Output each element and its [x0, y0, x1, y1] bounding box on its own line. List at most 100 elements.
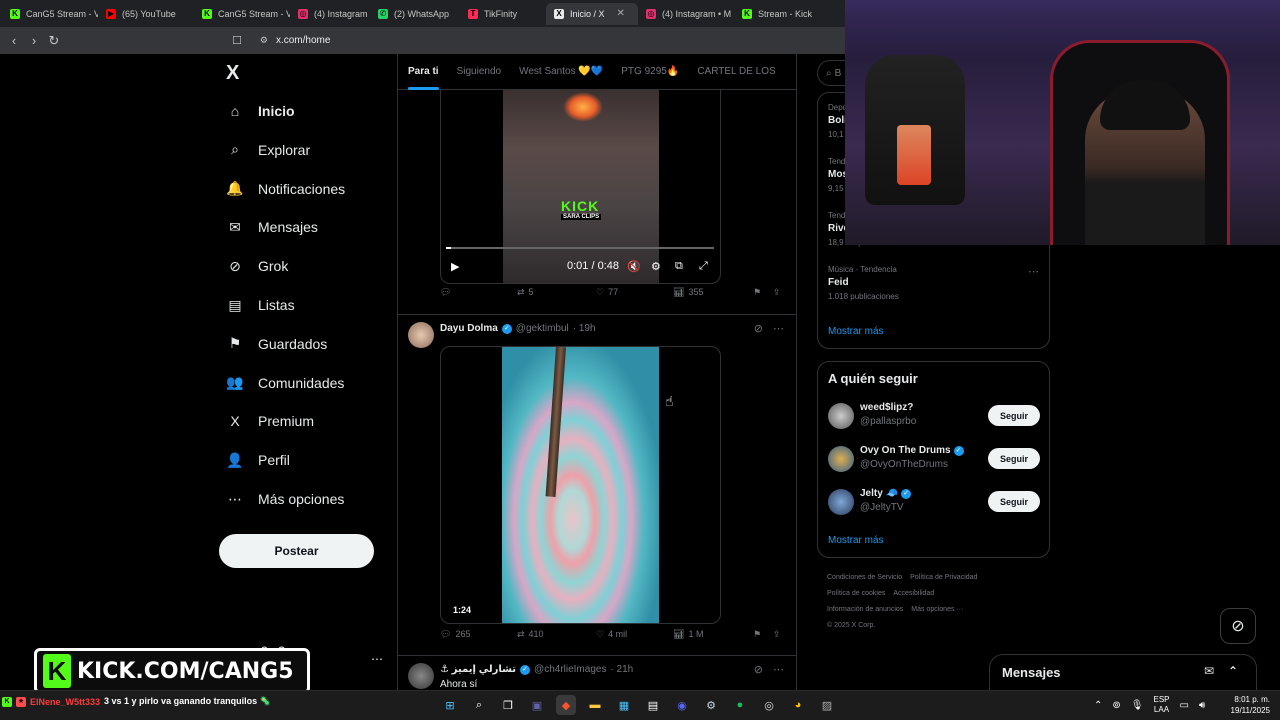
- browser-tab[interactable]: ✆ (2) WhatsApp: [370, 3, 460, 25]
- windows-start-icon[interactable]: ⊞: [440, 695, 460, 715]
- browser-tab[interactable]: K CanG5 Stream - V: [2, 3, 98, 25]
- suggestion-handle[interactable]: @pallasprbo: [860, 416, 916, 427]
- photos-icon[interactable]: ▨: [817, 695, 837, 715]
- task-view-icon[interactable]: ❐: [498, 695, 518, 715]
- network-icon[interactable]: ⊚: [1112, 700, 1120, 711]
- follow-button[interactable]: Seguir: [988, 405, 1040, 426]
- chevron-up-icon[interactable]: ⌃: [1094, 700, 1102, 711]
- steam-icon[interactable]: ⚙: [701, 695, 721, 715]
- tweet-time[interactable]: · 19h: [573, 323, 596, 334]
- follow-button[interactable]: Seguir: [988, 448, 1040, 469]
- footer-link[interactable]: Condiciones de Servicio: [827, 574, 902, 581]
- mute-icon[interactable]: 🔇: [627, 260, 641, 273]
- video-frame[interactable]: [502, 347, 659, 623]
- avatar[interactable]: [408, 663, 434, 689]
- retweet-button[interactable]: ⇄ 410: [517, 629, 544, 640]
- trend-item[interactable]: Música · Tendencia Feid 1.018 publicacione…: [828, 265, 899, 301]
- bookmark-star-icon[interactable]: ☐: [232, 34, 242, 47]
- browser-tab[interactable]: T TikFinity: [460, 3, 546, 25]
- clock[interactable]: 8:01 p. m. 19/11/2025: [1222, 694, 1270, 716]
- browser-tab[interactable]: ◎ (4) Instagram • M: [638, 3, 734, 25]
- tweet-video-player[interactable]: 1:24: [440, 346, 721, 624]
- fullscreen-icon[interactable]: ⤢: [699, 260, 708, 273]
- suggestion-name[interactable]: Jelty 🧢 ✓: [860, 488, 912, 499]
- follow-button[interactable]: Seguir: [988, 491, 1040, 512]
- share-button[interactable]: ⇪: [773, 287, 781, 298]
- tweet-author-name[interactable]: Dayu Dolma: [440, 323, 498, 334]
- site-info-icon[interactable]: ⚙: [260, 35, 268, 46]
- nav-item-premium[interactable]: X Premium: [226, 412, 314, 430]
- footer-link[interactable]: © 2025 X Corp.: [827, 622, 875, 629]
- volume-icon[interactable]: 🔊︎: [1199, 700, 1205, 711]
- tweet-time[interactable]: · 21h: [610, 664, 633, 675]
- footer-link[interactable]: Política de Privacidad: [910, 574, 977, 581]
- account-more-icon[interactable]: ⋯: [371, 652, 383, 666]
- views-button[interactable]: 📊︎ 355: [673, 287, 703, 298]
- more-icon[interactable]: ⋯: [773, 322, 784, 335]
- play-icon[interactable]: ▶: [451, 260, 459, 273]
- tweet-author-handle[interactable]: @gektimbul: [516, 323, 569, 334]
- discord-icon[interactable]: ◉: [672, 695, 692, 715]
- suggestion-name[interactable]: Ovy On The Drums ✓: [860, 445, 964, 456]
- browser-tab[interactable]: ◎ (4) Instagram: [290, 3, 370, 25]
- forward-icon[interactable]: ›: [24, 31, 44, 51]
- suggestion-name[interactable]: weed$lipz?: [860, 402, 913, 413]
- reload-icon[interactable]: ↻: [44, 31, 64, 51]
- close-tab-icon[interactable]: ✕: [617, 8, 625, 19]
- spotify-icon[interactable]: ●: [730, 695, 750, 715]
- feed-tab[interactable]: PTG 9295🔥: [621, 66, 679, 77]
- suggestion-handle[interactable]: @OvyOnTheDrums: [860, 459, 948, 470]
- tweet-video-player[interactable]: KICK SARA CLIPS ▶ 0:01 / 0:48 🔇 ⚙ ⧉ ⤢: [440, 90, 721, 284]
- video-progress-bar[interactable]: [446, 247, 714, 249]
- footer-link[interactable]: Accesibilidad: [893, 590, 934, 597]
- nav-item-inicio[interactable]: ⌂ Inicio: [226, 102, 295, 120]
- address-bar[interactable]: ☐ ⚙ x.com/home: [232, 30, 842, 51]
- more-icon[interactable]: ⋯: [1028, 265, 1039, 278]
- nav-item-notificaciones[interactable]: 🔔 Notificaciones: [226, 180, 345, 198]
- like-button[interactable]: ♡ 77: [596, 287, 618, 298]
- suggestion-handle[interactable]: @JeltyTV: [860, 502, 904, 513]
- browser-tab[interactable]: X Inicio / X ✕: [546, 2, 638, 25]
- reply-button[interactable]: 💬︎: [440, 287, 455, 298]
- avatar[interactable]: [828, 489, 854, 515]
- nav-item-m-s-opciones[interactable]: ⋯ Más opciones: [226, 490, 344, 508]
- video-frame[interactable]: KICK SARA CLIPS: [503, 90, 659, 283]
- grok-float-button[interactable]: ⊘: [1220, 608, 1256, 644]
- nav-item-grok[interactable]: ⊘ Grok: [226, 257, 288, 275]
- nav-item-listas[interactable]: ▤ Listas: [226, 296, 294, 314]
- retweet-button[interactable]: ⇄ 5: [517, 287, 534, 298]
- post-button[interactable]: Postear: [219, 534, 374, 568]
- feed-tab[interactable]: CARTEL DE LOS: [697, 66, 775, 77]
- chrome-icon[interactable]: ◕: [788, 695, 808, 715]
- language-indicator[interactable]: ESP LAA: [1153, 695, 1169, 715]
- display-icon[interactable]: ▭: [1180, 700, 1189, 711]
- feed-tab[interactable]: Para ti: [408, 66, 439, 90]
- search-icon[interactable]: ⌕: [469, 695, 489, 715]
- bookmark-button[interactable]: ⚑: [753, 629, 761, 640]
- messages-dock[interactable]: Mensajes ✉ ⌃: [989, 654, 1257, 690]
- footer-link[interactable]: Más opciones ···: [911, 606, 963, 613]
- folder-icon[interactable]: ▬: [585, 695, 605, 715]
- tweet-author-handle[interactable]: @ch4rlieImages: [534, 664, 606, 675]
- views-button[interactable]: 📊︎ 1 M: [673, 629, 703, 640]
- nav-item-mensajes[interactable]: ✉ Mensajes: [226, 218, 318, 236]
- browser-tab[interactable]: K CanG5 Stream - V: [194, 3, 290, 25]
- grok-icon[interactable]: ⊘: [754, 322, 763, 335]
- follow-show-more[interactable]: Mostrar más: [828, 535, 884, 546]
- avatar[interactable]: [408, 322, 434, 348]
- share-button[interactable]: ⇪: [773, 629, 781, 640]
- notepad-icon[interactable]: ▤: [643, 695, 663, 715]
- reply-button[interactable]: 💬︎ 265: [440, 629, 470, 640]
- feed-tab[interactable]: Siguiendo: [457, 66, 501, 77]
- grok-icon[interactable]: ⊘: [754, 663, 763, 676]
- browser-tab[interactable]: ▶ (65) YouTube: [98, 3, 194, 25]
- footer-link[interactable]: Política de cookies: [827, 590, 885, 597]
- nav-item-guardados[interactable]: ⚑ Guardados: [226, 335, 328, 353]
- settings-icon[interactable]: ⚙: [651, 260, 661, 273]
- bookmark-button[interactable]: ⚑: [753, 287, 761, 298]
- nav-item-perfil[interactable]: 👤 Perfil: [226, 451, 290, 469]
- footer-link[interactable]: Información de anuncios: [827, 606, 903, 613]
- url-text[interactable]: x.com/home: [276, 35, 330, 46]
- browser-tab[interactable]: K Stream - Kick: [734, 3, 814, 25]
- store-icon[interactable]: ▦: [614, 695, 634, 715]
